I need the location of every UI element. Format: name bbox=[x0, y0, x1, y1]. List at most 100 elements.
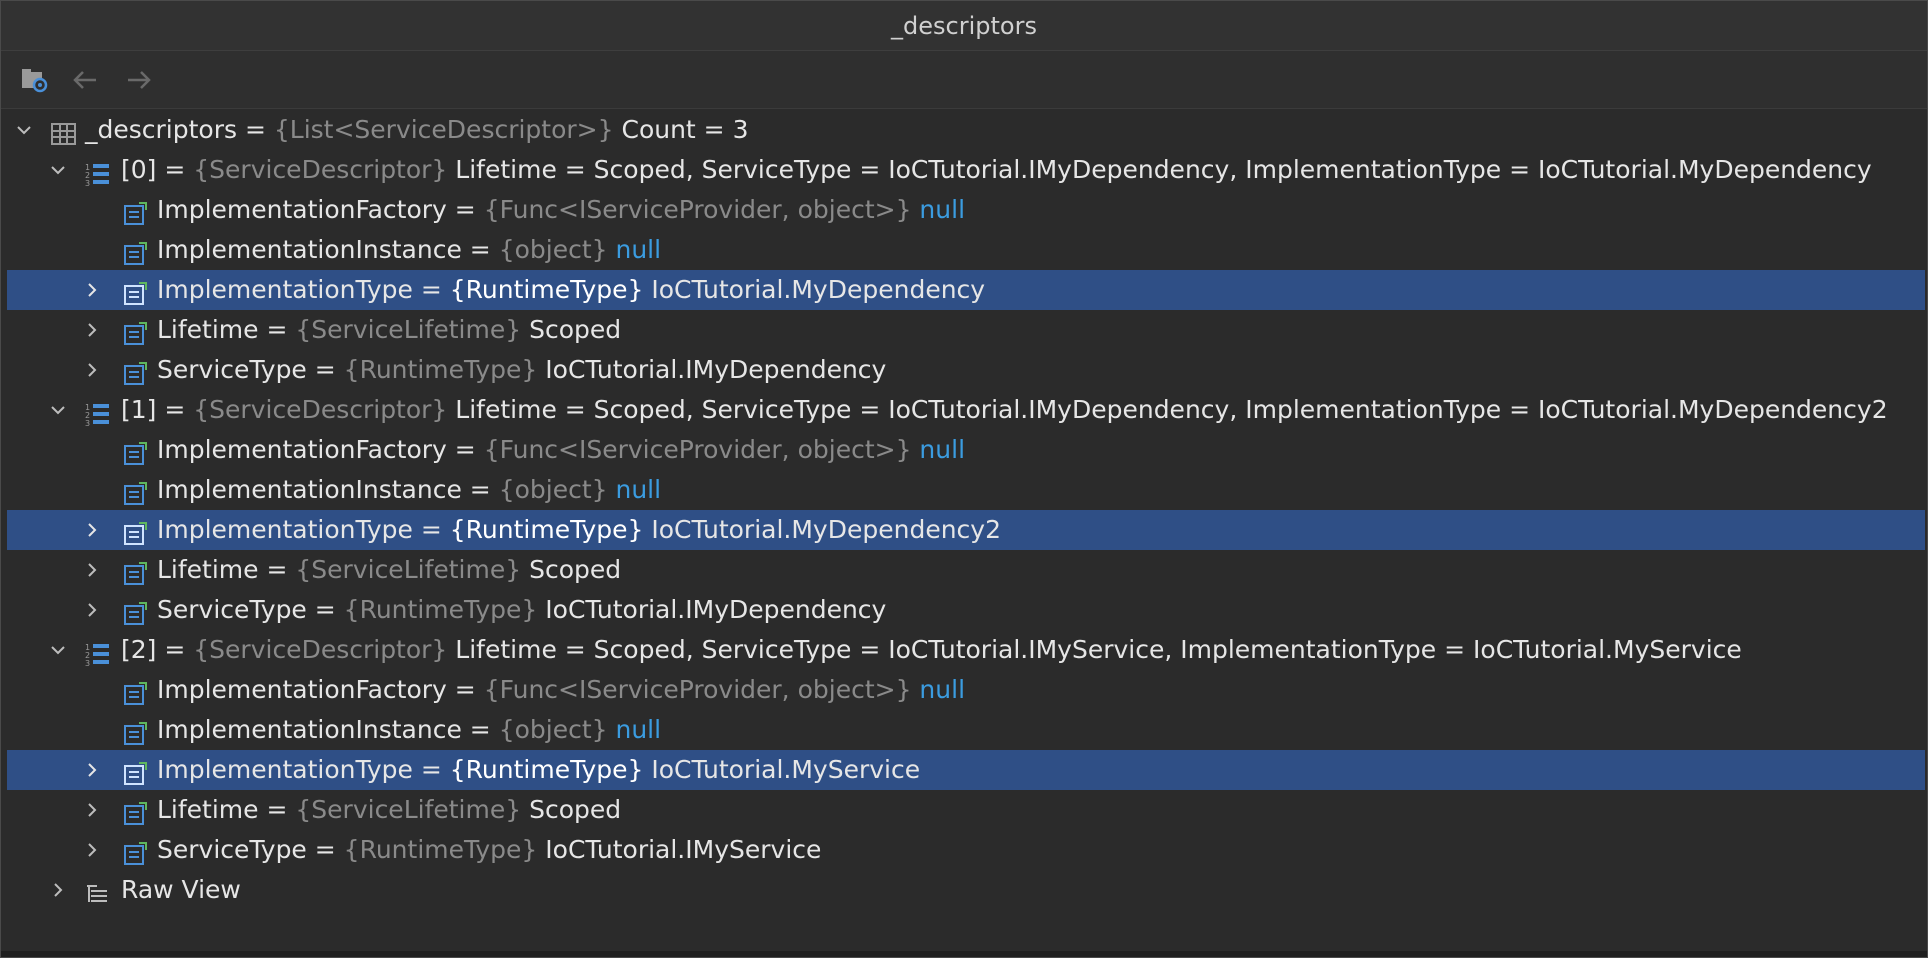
var-type: {ServiceDescriptor} bbox=[193, 395, 448, 424]
var-name: Lifetime = bbox=[157, 795, 296, 824]
tree-row-property[interactable]: Lifetime = {ServiceLifetime} Scoped bbox=[1, 790, 1927, 830]
field-icon bbox=[123, 558, 149, 585]
tree-row-descriptor-2[interactable]: 1 2 3 [2] = {ServiceDescriptor} Lifetime… bbox=[1, 630, 1927, 670]
tree-row-property[interactable]: ServiceType = {RuntimeType} IoCTutorial.… bbox=[1, 350, 1927, 390]
var-name: ImplementationInstance = bbox=[157, 715, 499, 744]
svg-text:3: 3 bbox=[85, 659, 90, 666]
field-icon bbox=[123, 678, 149, 705]
tree-row-descriptor-1[interactable]: 1 2 3 [1] = {ServiceDescriptor} Lifetime… bbox=[1, 390, 1927, 430]
field-icon bbox=[123, 598, 149, 625]
var-value: Scoped bbox=[521, 795, 622, 824]
var-name: ImplementationFactory = bbox=[157, 435, 484, 464]
var-value: Lifetime = Scoped, ServiceType = IoCTuto… bbox=[447, 635, 1742, 664]
raw-view-icon bbox=[85, 878, 111, 902]
chevron-right-icon[interactable] bbox=[77, 270, 107, 310]
var-value: Scoped bbox=[521, 555, 622, 584]
var-type: {RuntimeType} bbox=[343, 355, 538, 384]
field-icon bbox=[123, 198, 149, 225]
chevron-right-icon[interactable] bbox=[77, 750, 107, 790]
tree-row-descriptor-0[interactable]: 1 2 3 [0] = {ServiceDescriptor} Lifetime… bbox=[1, 150, 1927, 190]
chevron-down-icon[interactable] bbox=[43, 630, 73, 670]
var-type: {Func<IServiceProvider, object>} bbox=[483, 435, 912, 464]
field-icon bbox=[123, 238, 149, 265]
var-name: [0] = bbox=[121, 155, 194, 184]
tree-row-property-selected[interactable]: ImplementationType = {RuntimeType} IoCTu… bbox=[7, 510, 1925, 550]
field-icon bbox=[123, 758, 149, 785]
tree-row-property-selected[interactable]: ImplementationType = {RuntimeType} IoCTu… bbox=[7, 750, 1925, 790]
var-name: ImplementationInstance = bbox=[157, 235, 499, 264]
var-type: {RuntimeType} bbox=[449, 755, 644, 784]
tree-row-raw-view[interactable]: Raw View bbox=[1, 870, 1927, 910]
var-value: Count = 3 bbox=[613, 115, 749, 144]
chevron-right-icon[interactable] bbox=[77, 830, 107, 870]
var-value: IoCTutorial.IMyDependency bbox=[537, 595, 887, 624]
var-type: {RuntimeType} bbox=[343, 835, 538, 864]
tree-row-property[interactable]: ServiceType = {RuntimeType} IoCTutorial.… bbox=[1, 830, 1927, 870]
var-name: ImplementationType = bbox=[157, 275, 450, 304]
var-type: {List<ServiceDescriptor>} bbox=[273, 115, 614, 144]
svg-text:3: 3 bbox=[85, 179, 90, 186]
chevron-right-icon[interactable] bbox=[77, 350, 107, 390]
var-value: null bbox=[911, 435, 966, 464]
var-name: [2] = bbox=[121, 635, 194, 664]
var-type: {object} bbox=[498, 475, 608, 504]
tree-row-property[interactable]: ImplementationInstance = {object} null bbox=[1, 470, 1927, 510]
var-value: null bbox=[911, 195, 966, 224]
tree-row-property[interactable]: ImplementationFactory = {Func<IServicePr… bbox=[1, 430, 1927, 470]
field-icon bbox=[123, 798, 149, 825]
forward-arrow-icon[interactable] bbox=[121, 63, 157, 97]
tree-row-property[interactable]: Lifetime = {ServiceLifetime} Scoped bbox=[1, 550, 1927, 590]
var-name: Lifetime = bbox=[157, 555, 296, 584]
var-type: {RuntimeType} bbox=[449, 275, 644, 304]
chevron-right-icon[interactable] bbox=[77, 310, 107, 350]
var-name: [1] = bbox=[121, 395, 194, 424]
var-type: {Func<IServiceProvider, object>} bbox=[483, 675, 912, 704]
tree-row-property[interactable]: ServiceType = {RuntimeType} IoCTutorial.… bbox=[1, 590, 1927, 630]
var-name: ImplementationFactory = bbox=[157, 675, 484, 704]
var-type: {ServiceLifetime} bbox=[295, 315, 522, 344]
var-type: {RuntimeType} bbox=[343, 595, 538, 624]
var-name: ServiceType = bbox=[157, 355, 344, 384]
var-name: ImplementationFactory = bbox=[157, 195, 484, 224]
var-type: {ServiceDescriptor} bbox=[193, 635, 448, 664]
svg-text:3: 3 bbox=[85, 419, 90, 426]
chevron-right-icon[interactable] bbox=[43, 870, 73, 910]
back-arrow-icon[interactable] bbox=[67, 63, 103, 97]
tree-row-root[interactable]: _descriptors = {List<ServiceDescriptor>}… bbox=[1, 110, 1927, 150]
var-name: ImplementationType = bbox=[157, 755, 450, 784]
chevron-right-icon[interactable] bbox=[77, 790, 107, 830]
chevron-right-icon[interactable] bbox=[77, 590, 107, 630]
field-icon bbox=[123, 318, 149, 345]
chevron-down-icon[interactable] bbox=[43, 150, 73, 190]
var-value: null bbox=[911, 675, 966, 704]
var-value: IoCTutorial.MyService bbox=[643, 755, 921, 784]
evaluate-expression-icon[interactable] bbox=[17, 63, 53, 97]
var-type: {ServiceLifetime} bbox=[295, 555, 522, 584]
var-name: ImplementationType = bbox=[157, 515, 450, 544]
tree-row-property[interactable]: ImplementationInstance = {object} null bbox=[1, 710, 1927, 750]
var-name: ServiceType = bbox=[157, 595, 344, 624]
var-value: IoCTutorial.IMyDependency bbox=[537, 355, 887, 384]
tree-row-property[interactable]: Lifetime = {ServiceLifetime} Scoped bbox=[1, 310, 1927, 350]
var-type: {RuntimeType} bbox=[449, 515, 644, 544]
tree-row-property[interactable]: ImplementationFactory = {Func<IServicePr… bbox=[1, 190, 1927, 230]
var-type: {Func<IServiceProvider, object>} bbox=[483, 195, 912, 224]
list-items-icon: 1 2 3 bbox=[85, 158, 111, 188]
variables-tree: _descriptors = {List<ServiceDescriptor>}… bbox=[1, 110, 1927, 910]
window-title: _descriptors bbox=[1, 1, 1927, 51]
tree-row-property-selected[interactable]: ImplementationType = {RuntimeType} IoCTu… bbox=[7, 270, 1925, 310]
table-icon bbox=[51, 118, 77, 145]
field-icon bbox=[123, 358, 149, 385]
field-icon bbox=[123, 838, 149, 865]
chevron-right-icon[interactable] bbox=[77, 510, 107, 550]
list-items-icon: 1 2 3 bbox=[85, 398, 111, 428]
chevron-down-icon[interactable] bbox=[9, 110, 39, 150]
chevron-right-icon[interactable] bbox=[77, 550, 107, 590]
tree-row-property[interactable]: ImplementationFactory = {Func<IServicePr… bbox=[1, 670, 1927, 710]
chevron-down-icon[interactable] bbox=[43, 390, 73, 430]
var-value: IoCTutorial.IMyService bbox=[537, 835, 822, 864]
debugger-window: _descriptors _descriptors = {List<Servic… bbox=[0, 0, 1928, 958]
bottom-edge bbox=[1, 951, 1927, 957]
var-name: Lifetime = bbox=[157, 315, 296, 344]
tree-row-property[interactable]: ImplementationInstance = {object} null bbox=[1, 230, 1927, 270]
